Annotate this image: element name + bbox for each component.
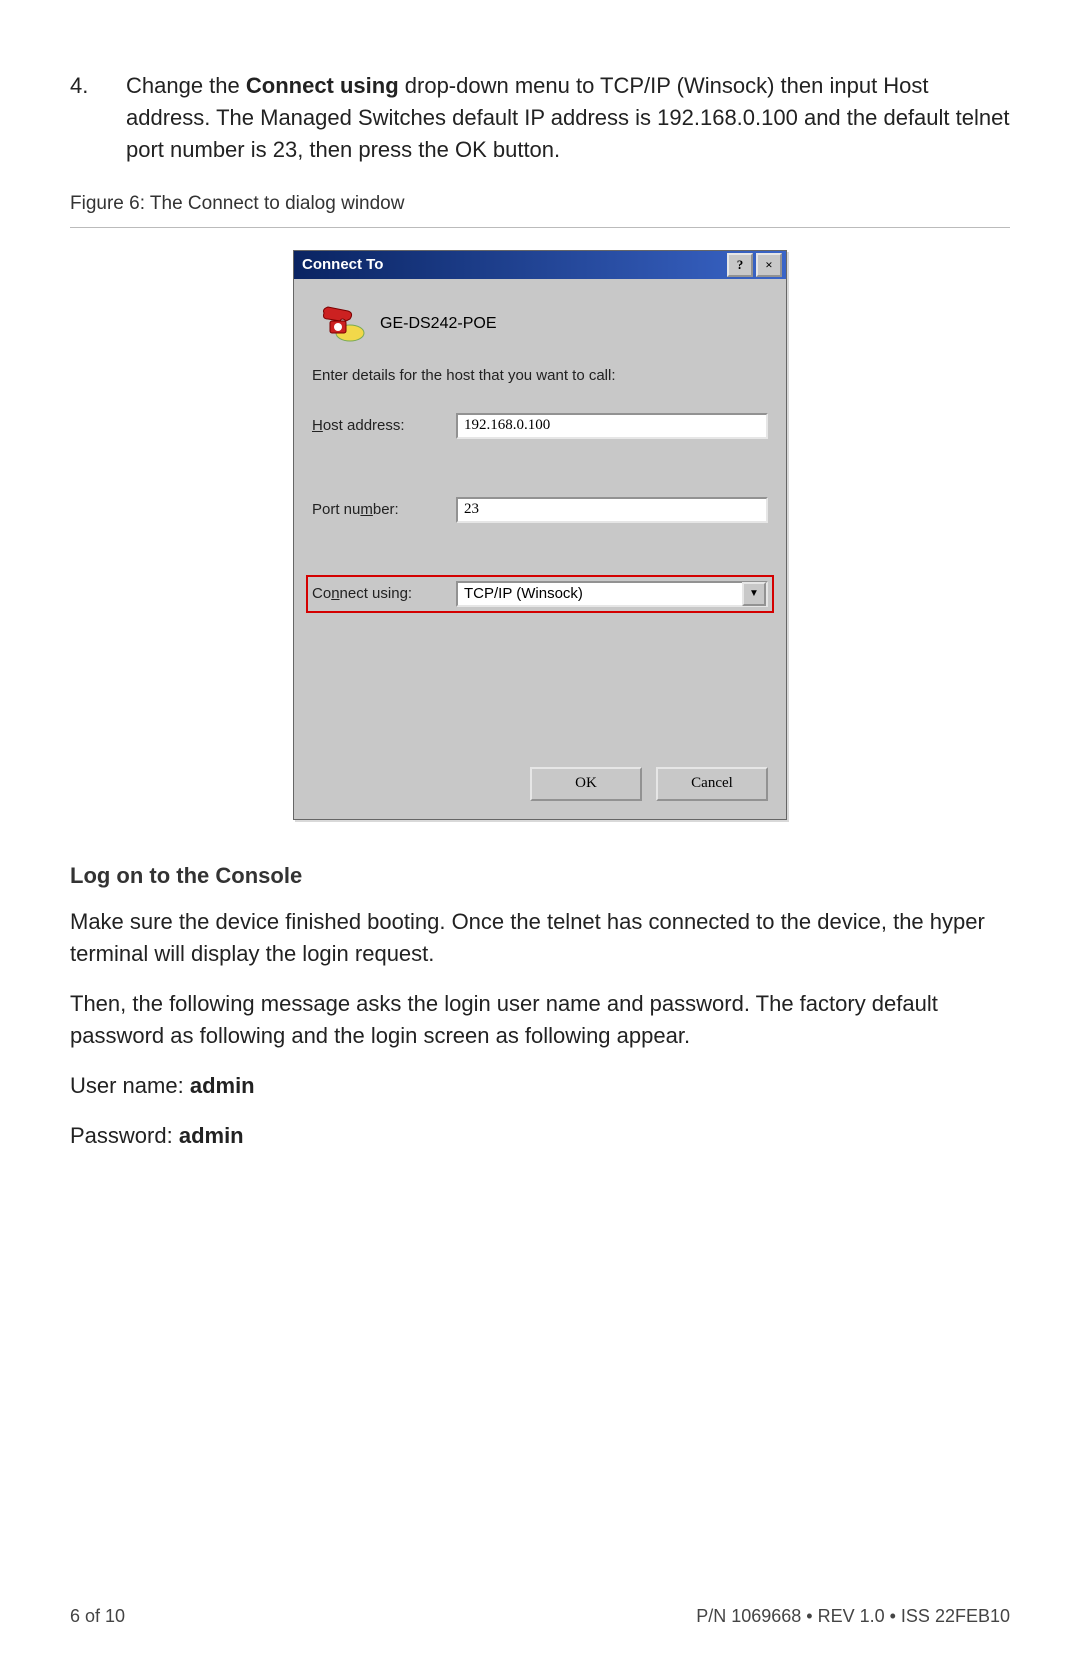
step-number: 4.	[70, 70, 106, 166]
dialog-titlebar[interactable]: Connect To ? ×	[294, 251, 786, 279]
step-text-pre: Change the	[126, 73, 246, 98]
connect-using-highlight: Connect using: TCP/IP (Winsock) ▼	[306, 575, 774, 613]
host-address-field: Host address:	[312, 413, 768, 439]
username-line: User name: admin	[70, 1070, 1010, 1102]
titlebar-close-button[interactable]: ×	[756, 253, 782, 277]
connection-header: GE-DS242-POE	[318, 303, 768, 343]
titlebar-help-button[interactable]: ?	[727, 253, 753, 277]
figure-rule	[70, 227, 1010, 228]
section-heading: Log on to the Console	[70, 860, 1010, 892]
connection-name: GE-DS242-POE	[380, 312, 496, 335]
chevron-down-icon[interactable]: ▼	[742, 582, 766, 606]
footer-doc-info: P/N 1069668 • REV 1.0 • ISS 22FEB10	[696, 1603, 1010, 1629]
page-footer: 6 of 10 P/N 1069668 • REV 1.0 • ISS 22FE…	[70, 1603, 1010, 1629]
document-page: 4. Change the Connect using drop-down me…	[0, 0, 1080, 1669]
step-text-bold: Connect using	[246, 73, 399, 98]
port-number-field: Port number:	[312, 497, 768, 523]
host-address-label: Host address:	[312, 415, 442, 437]
dialog-container: Connect To ? × GE-DS242-POE	[70, 250, 1010, 820]
cancel-button[interactable]: Cancel	[656, 767, 768, 801]
dialog-prompt: Enter details for the host that you want…	[312, 365, 768, 387]
connect-using-value: TCP/IP (Winsock)	[458, 583, 742, 605]
footer-page-number: 6 of 10	[70, 1603, 125, 1629]
paragraph-2: Then, the following message asks the log…	[70, 988, 1010, 1052]
ok-button[interactable]: OK	[530, 767, 642, 801]
password-value: admin	[179, 1123, 244, 1148]
figure-caption: Figure 6: The Connect to dialog window	[70, 190, 1010, 218]
connect-using-field: Connect using: TCP/IP (Winsock) ▼	[312, 581, 768, 607]
password-label: Password:	[70, 1123, 179, 1148]
dialog-button-row: OK Cancel	[530, 767, 768, 801]
host-address-input[interactable]	[456, 413, 768, 439]
connect-to-dialog: Connect To ? × GE-DS242-POE	[293, 250, 787, 820]
connect-using-label: Connect using:	[312, 583, 442, 605]
port-number-label: Port number:	[312, 499, 442, 521]
username-value: admin	[190, 1073, 255, 1098]
step-text: Change the Connect using drop-down menu …	[126, 70, 1010, 166]
connect-using-combobox[interactable]: TCP/IP (Winsock) ▼	[456, 581, 768, 607]
phone-icon	[318, 303, 366, 343]
numbered-step: 4. Change the Connect using drop-down me…	[70, 70, 1010, 166]
username-label: User name:	[70, 1073, 190, 1098]
port-number-input[interactable]	[456, 497, 768, 523]
password-line: Password: admin	[70, 1120, 1010, 1152]
dialog-body: GE-DS242-POE Enter details for the host …	[294, 279, 786, 819]
dialog-title: Connect To	[302, 254, 383, 276]
paragraph-1: Make sure the device finished booting. O…	[70, 906, 1010, 970]
